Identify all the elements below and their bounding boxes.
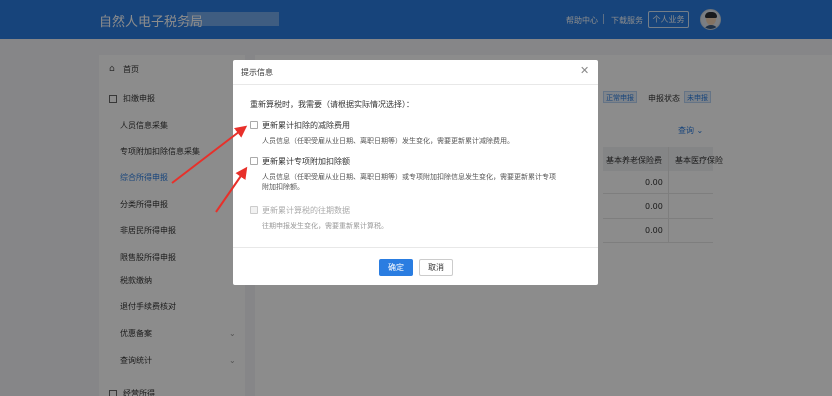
option-description: 人员信息（任职受雇从业日期、离职日期等）或专项附加扣除信息发生变化，需要更新累计… [262,173,556,181]
dialog-divider [233,84,598,85]
dialog-footer-divider [233,247,598,248]
option-description: 附加扣除额。 [262,183,304,191]
close-icon[interactable]: ✕ [580,64,589,77]
option-description: 往期申报发生变化，需要重新累计算税。 [262,222,388,230]
option-label: 更新累计专项附加扣除额 [262,157,350,166]
checkbox-update-special-deduction[interactable] [250,157,258,165]
option-label: 更新累计算税的往期数据 [262,206,350,215]
dialog-title: 提示信息 [241,68,273,77]
option-description: 人员信息（任职受雇从业日期、离职日期等）发生变化，需要更新累计减除费用。 [262,137,514,145]
checkbox-update-past-data [250,206,258,214]
confirm-button[interactable]: 确定 [379,259,413,276]
option-label: 更新累计扣除的减除费用 [262,121,350,130]
recalculate-dialog: 提示信息 ✕ 重新算税时，我需要（请根据实际情况选择）： 更新累计扣除的减除费用… [233,60,598,285]
checkbox-update-deduction[interactable] [250,121,258,129]
dialog-prompt: 重新算税时，我需要（请根据实际情况选择）： [250,100,414,109]
cancel-button[interactable]: 取消 [419,259,453,276]
